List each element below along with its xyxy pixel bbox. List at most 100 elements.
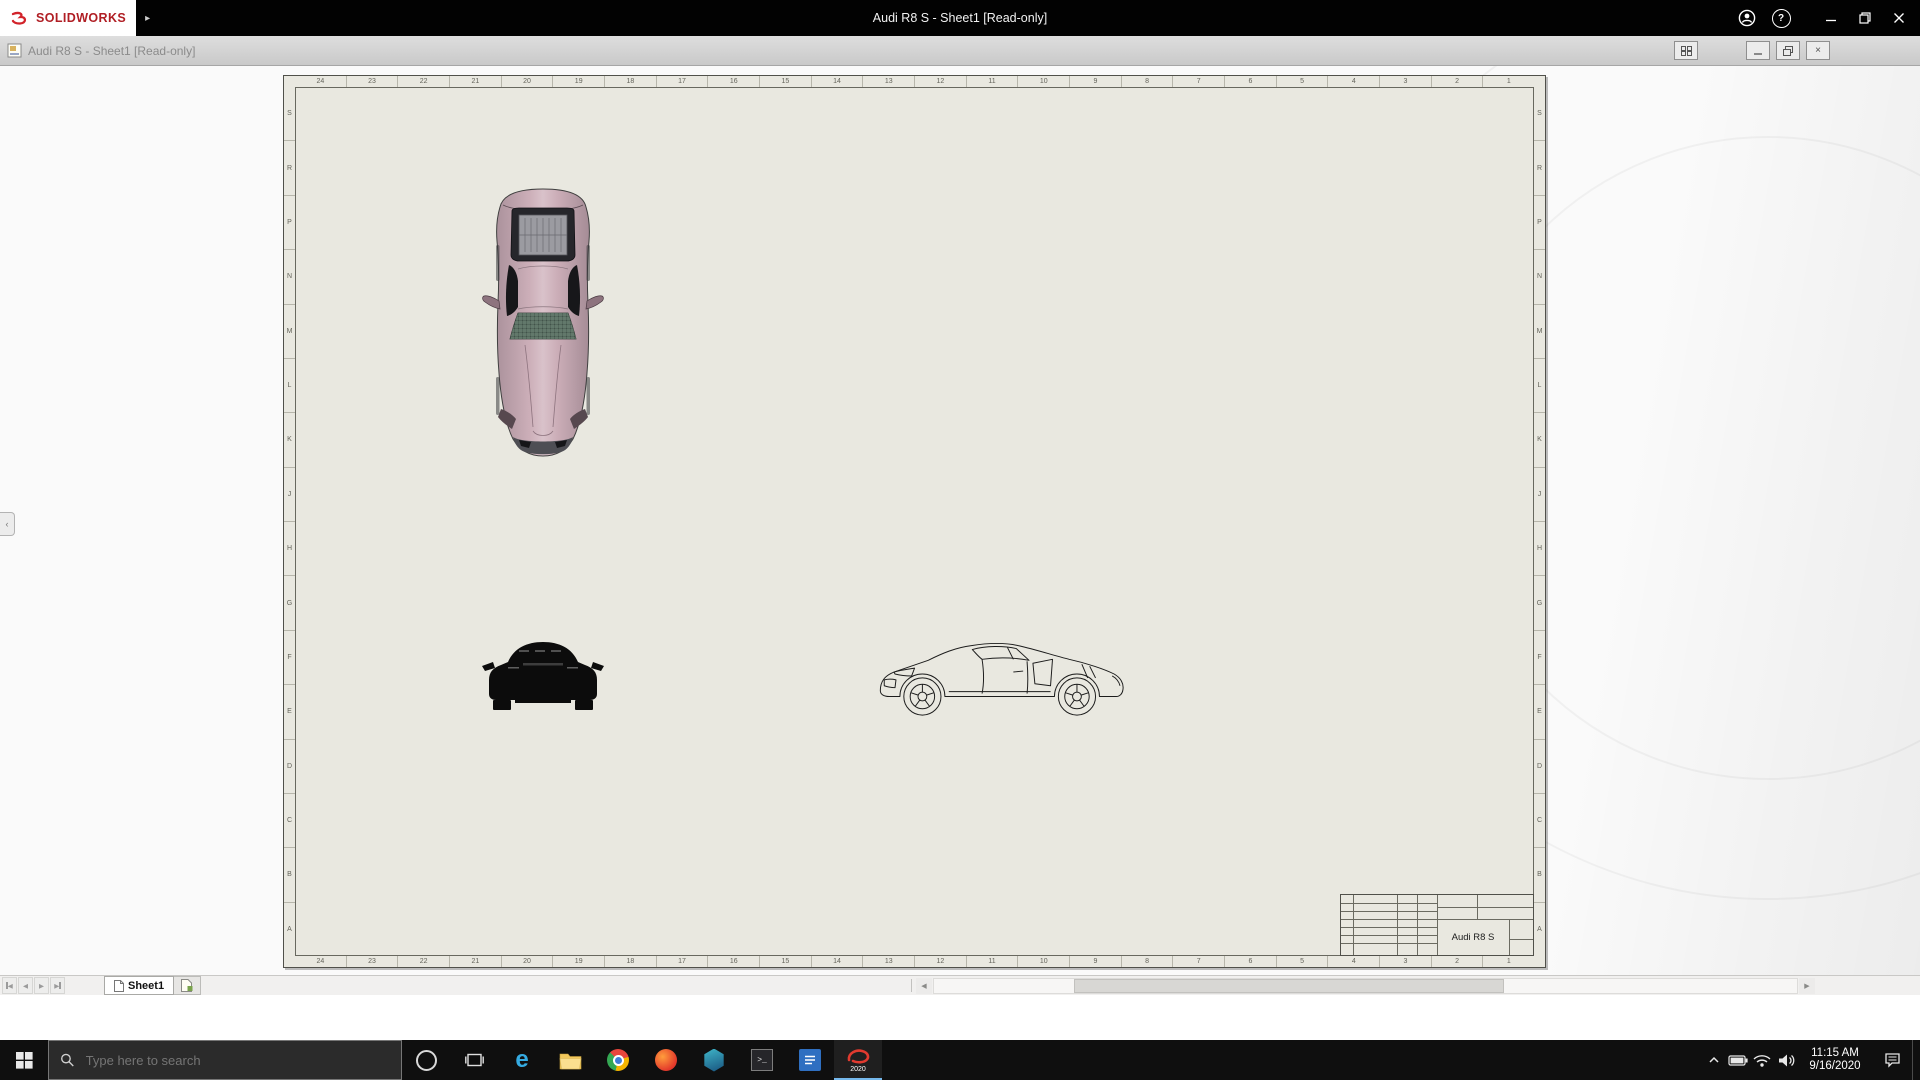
zone-label: G bbox=[1534, 575, 1545, 629]
zone-label: 3 bbox=[1379, 956, 1431, 967]
zone-label: 2 bbox=[1431, 76, 1483, 87]
edge-button[interactable]: e bbox=[498, 1040, 546, 1080]
chrome-button[interactable] bbox=[594, 1040, 642, 1080]
file-explorer-button[interactable] bbox=[546, 1040, 594, 1080]
title-block-line bbox=[1437, 907, 1533, 908]
drawing-view-front[interactable] bbox=[481, 634, 605, 716]
orange-app-button[interactable] bbox=[642, 1040, 690, 1080]
menu-flyout-arrow-icon[interactable]: ▸ bbox=[145, 13, 150, 24]
zone-label: A bbox=[1534, 902, 1545, 956]
solidworks-taskbar-button[interactable]: 2020 bbox=[834, 1040, 882, 1080]
tile-windows-icon bbox=[1681, 46, 1692, 56]
zone-label: B bbox=[1534, 847, 1545, 901]
help-button[interactable]: ? bbox=[1764, 0, 1798, 36]
doc-tile-windows-button[interactable] bbox=[1674, 41, 1698, 60]
cortana-button[interactable] bbox=[402, 1040, 450, 1080]
solidworks-menu-tab[interactable]: SOLIDWORKS bbox=[0, 0, 136, 36]
hidden-icons-button[interactable] bbox=[1702, 1040, 1726, 1080]
doc-close-button[interactable]: × bbox=[1806, 41, 1830, 60]
zone-label: 7 bbox=[1172, 956, 1224, 967]
blue-app-button[interactable] bbox=[786, 1040, 834, 1080]
hexagon-app-button[interactable] bbox=[690, 1040, 738, 1080]
minimize-button[interactable] bbox=[1814, 0, 1848, 36]
account-icon[interactable] bbox=[1730, 0, 1764, 36]
title-block[interactable]: Audi R8 S bbox=[1340, 894, 1534, 956]
title-block-line bbox=[1341, 927, 1437, 928]
zone-label: 23 bbox=[346, 76, 398, 87]
battery-button[interactable] bbox=[1726, 1040, 1750, 1080]
task-view-icon bbox=[465, 1052, 484, 1068]
restore-button[interactable] bbox=[1848, 0, 1882, 36]
zone-label: N bbox=[284, 249, 295, 303]
zone-label: 9 bbox=[1069, 956, 1121, 967]
sheet-tab-label: Sheet1 bbox=[128, 980, 164, 992]
add-sheet-button[interactable] bbox=[174, 976, 201, 995]
drawing-view-top[interactable] bbox=[479, 185, 607, 460]
zone-label: R bbox=[284, 140, 295, 194]
zone-label: 15 bbox=[759, 956, 811, 967]
zone-label: 17 bbox=[656, 956, 708, 967]
network-icon bbox=[1752, 1052, 1772, 1068]
taskbar-search-box[interactable] bbox=[48, 1040, 402, 1080]
zone-label: 22 bbox=[397, 76, 449, 87]
zone-label: 21 bbox=[449, 956, 501, 967]
doc-minimize-button[interactable] bbox=[1746, 41, 1770, 60]
volume-button[interactable] bbox=[1774, 1040, 1798, 1080]
zone-label: 9 bbox=[1069, 76, 1121, 87]
zone-label: L bbox=[1534, 358, 1545, 412]
task-view-button[interactable] bbox=[450, 1040, 498, 1080]
network-button[interactable] bbox=[1750, 1040, 1774, 1080]
zone-label: 11 bbox=[966, 956, 1018, 967]
add-sheet-icon bbox=[181, 979, 193, 992]
tab-sheet1[interactable]: Sheet1 bbox=[104, 976, 174, 995]
person-icon bbox=[1738, 9, 1756, 27]
show-desktop-button[interactable] bbox=[1912, 1040, 1920, 1080]
help-icon: ? bbox=[1772, 9, 1791, 28]
action-center-button[interactable] bbox=[1872, 1040, 1912, 1080]
zone-label: B bbox=[284, 847, 295, 901]
first-sheet-button[interactable]: ◀ bbox=[2, 977, 17, 994]
scroll-left-button[interactable]: ◀ bbox=[916, 978, 932, 994]
zone-label: 18 bbox=[604, 956, 656, 967]
hexagon-app-icon bbox=[703, 1049, 725, 1072]
zone-label: 23 bbox=[346, 956, 398, 967]
zone-label: L bbox=[284, 358, 295, 412]
graphics-area[interactable]: ‹ 24232221201918171615141312111098765432… bbox=[0, 66, 1920, 975]
zone-label: 19 bbox=[552, 76, 604, 87]
sheet-tab-nav: ◀ ◀ ▶ ▶ bbox=[2, 977, 66, 994]
previous-sheet-button[interactable]: ◀ bbox=[18, 977, 33, 994]
sheet-icon bbox=[114, 980, 124, 992]
taskbar-clock[interactable]: 11:15 AM 9/16/2020 bbox=[1798, 1047, 1872, 1073]
file-explorer-icon bbox=[559, 1051, 582, 1070]
close-button[interactable] bbox=[1882, 0, 1916, 36]
zone-label: 4 bbox=[1327, 956, 1379, 967]
windows-logo-icon bbox=[16, 1052, 33, 1069]
panel-collapse-arrow[interactable]: ‹ bbox=[0, 512, 15, 536]
zone-label: 6 bbox=[1224, 76, 1276, 87]
doc-restore-button[interactable] bbox=[1776, 41, 1800, 60]
horizontal-scrollbar[interactable] bbox=[933, 978, 1798, 994]
window-lower-area bbox=[0, 995, 1920, 1040]
zone-label: M bbox=[284, 304, 295, 358]
zone-ruler-left: SRPNMLKJHGFEDCBA bbox=[284, 87, 295, 956]
title-block-line bbox=[1397, 895, 1398, 955]
solidworks-glyph-icon bbox=[845, 1048, 871, 1065]
drawing-sheet[interactable]: 242322212019181716151413121110987654321 … bbox=[283, 75, 1546, 968]
title-block-line bbox=[1341, 943, 1437, 944]
start-button[interactable] bbox=[0, 1040, 48, 1080]
clock-date: 9/16/2020 bbox=[1798, 1060, 1872, 1073]
nav-bar bbox=[59, 982, 61, 989]
zone-label: 20 bbox=[501, 76, 553, 87]
zone-label: K bbox=[1534, 412, 1545, 466]
search-input[interactable] bbox=[84, 1052, 390, 1069]
zone-label: 16 bbox=[707, 76, 759, 87]
scroll-right-button[interactable]: ▶ bbox=[1799, 978, 1815, 994]
zone-label: D bbox=[284, 739, 295, 793]
document-window-controls: × bbox=[1668, 41, 1830, 60]
drawing-view-side[interactable] bbox=[868, 629, 1147, 719]
zone-label: D bbox=[1534, 739, 1545, 793]
last-sheet-button[interactable]: ▶ bbox=[50, 977, 65, 994]
terminal-app-button[interactable]: >_ bbox=[738, 1040, 786, 1080]
scrollbar-thumb[interactable] bbox=[1074, 979, 1504, 993]
next-sheet-button[interactable]: ▶ bbox=[34, 977, 49, 994]
